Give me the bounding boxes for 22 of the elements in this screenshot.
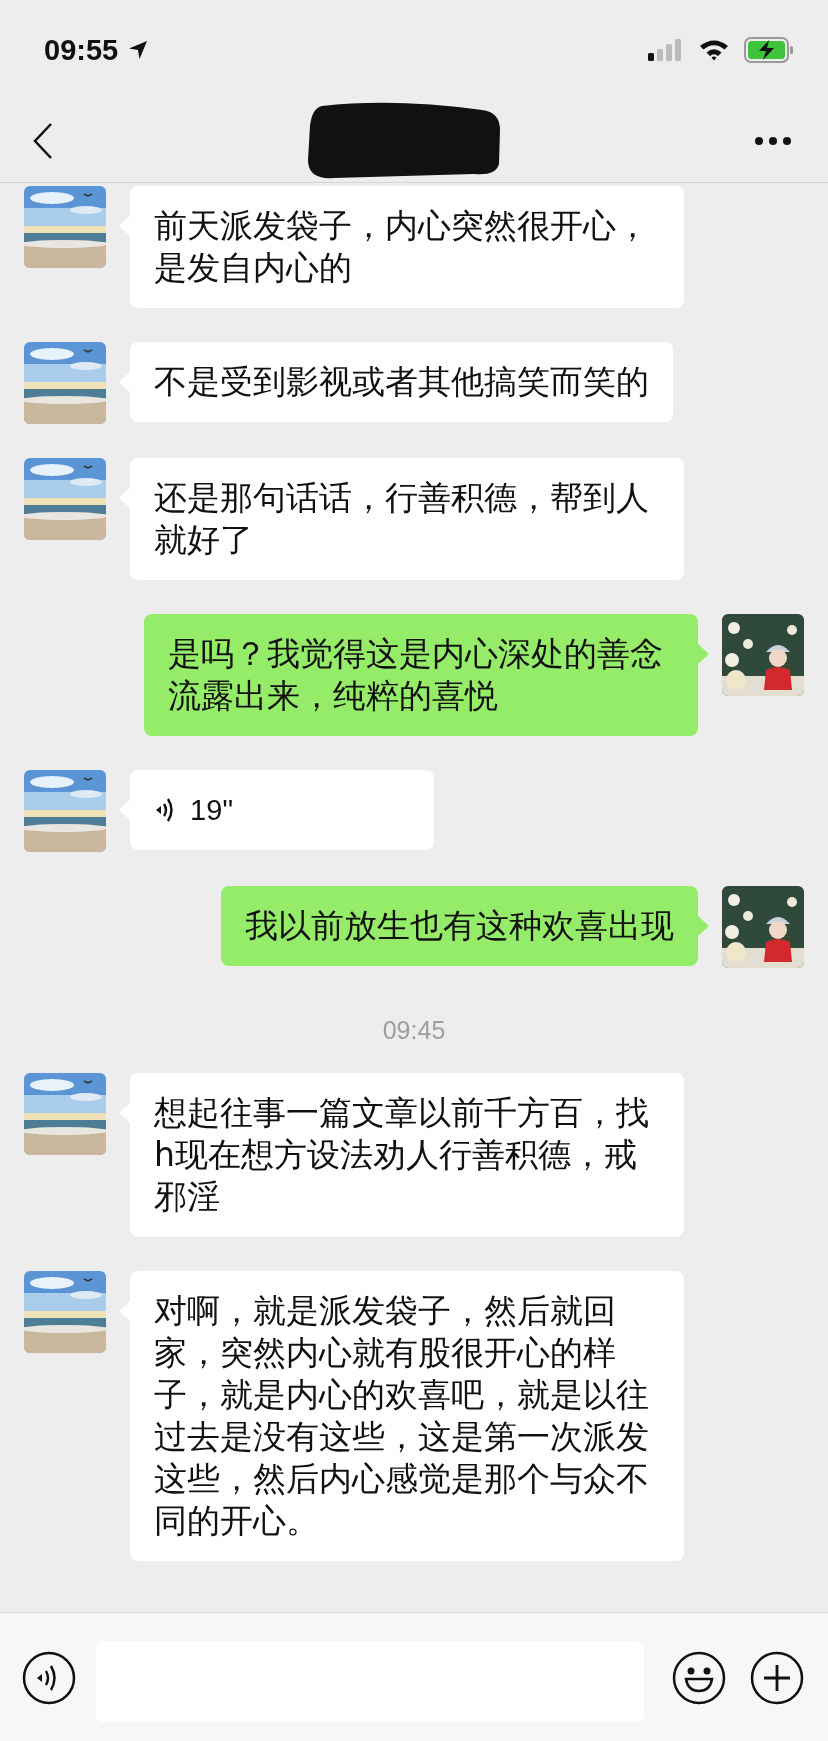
bubble-tail: [698, 916, 709, 936]
wifi-icon: [698, 38, 730, 62]
add-icon[interactable]: [750, 1651, 804, 1705]
message-bubble: 我以前放生也有这种欢喜出现: [221, 886, 698, 966]
back-icon[interactable]: [32, 122, 54, 160]
message-bubble: 前天派发袋子，内心突然很开心，是发自内心的: [130, 186, 684, 308]
message-bubble: 还是那句话话，行善积德，帮到人就好了: [130, 458, 684, 580]
chat-timestamp: 09:45: [382, 1016, 446, 1045]
bubble-tail: [698, 644, 709, 664]
voice-duration: 19'': [190, 793, 234, 828]
emoji-icon[interactable]: [672, 1651, 726, 1705]
message-bubble: 是吗？我觉得这是内心深处的善念流露出来，纯粹的喜悦: [144, 614, 698, 736]
message-bubble: 对啊，就是派发袋子，然后就回家，突然内心就有股很开心的样子，就是内心的欢喜吧，就是以往过去是没有这些，这是第一次派发这些，然后内心感觉是那个与众不同的开心。: [130, 1271, 684, 1561]
more-icon[interactable]: [754, 136, 792, 146]
battery-charging-icon: [744, 37, 794, 63]
voice-input-icon[interactable]: [22, 1651, 76, 1705]
message-bubble: 想起往事一篇文章以前千方百，找h现在想方设法劝人行善积德，戒邪淫: [130, 1073, 684, 1237]
location-arrow-icon: [128, 40, 149, 60]
message-bubble: 不是受到影视或者其他搞笑而笑的: [130, 342, 673, 422]
status-time: 09:55: [44, 33, 119, 67]
voice-message[interactable]: 19'': [130, 770, 434, 850]
signal-icon: [648, 38, 684, 62]
